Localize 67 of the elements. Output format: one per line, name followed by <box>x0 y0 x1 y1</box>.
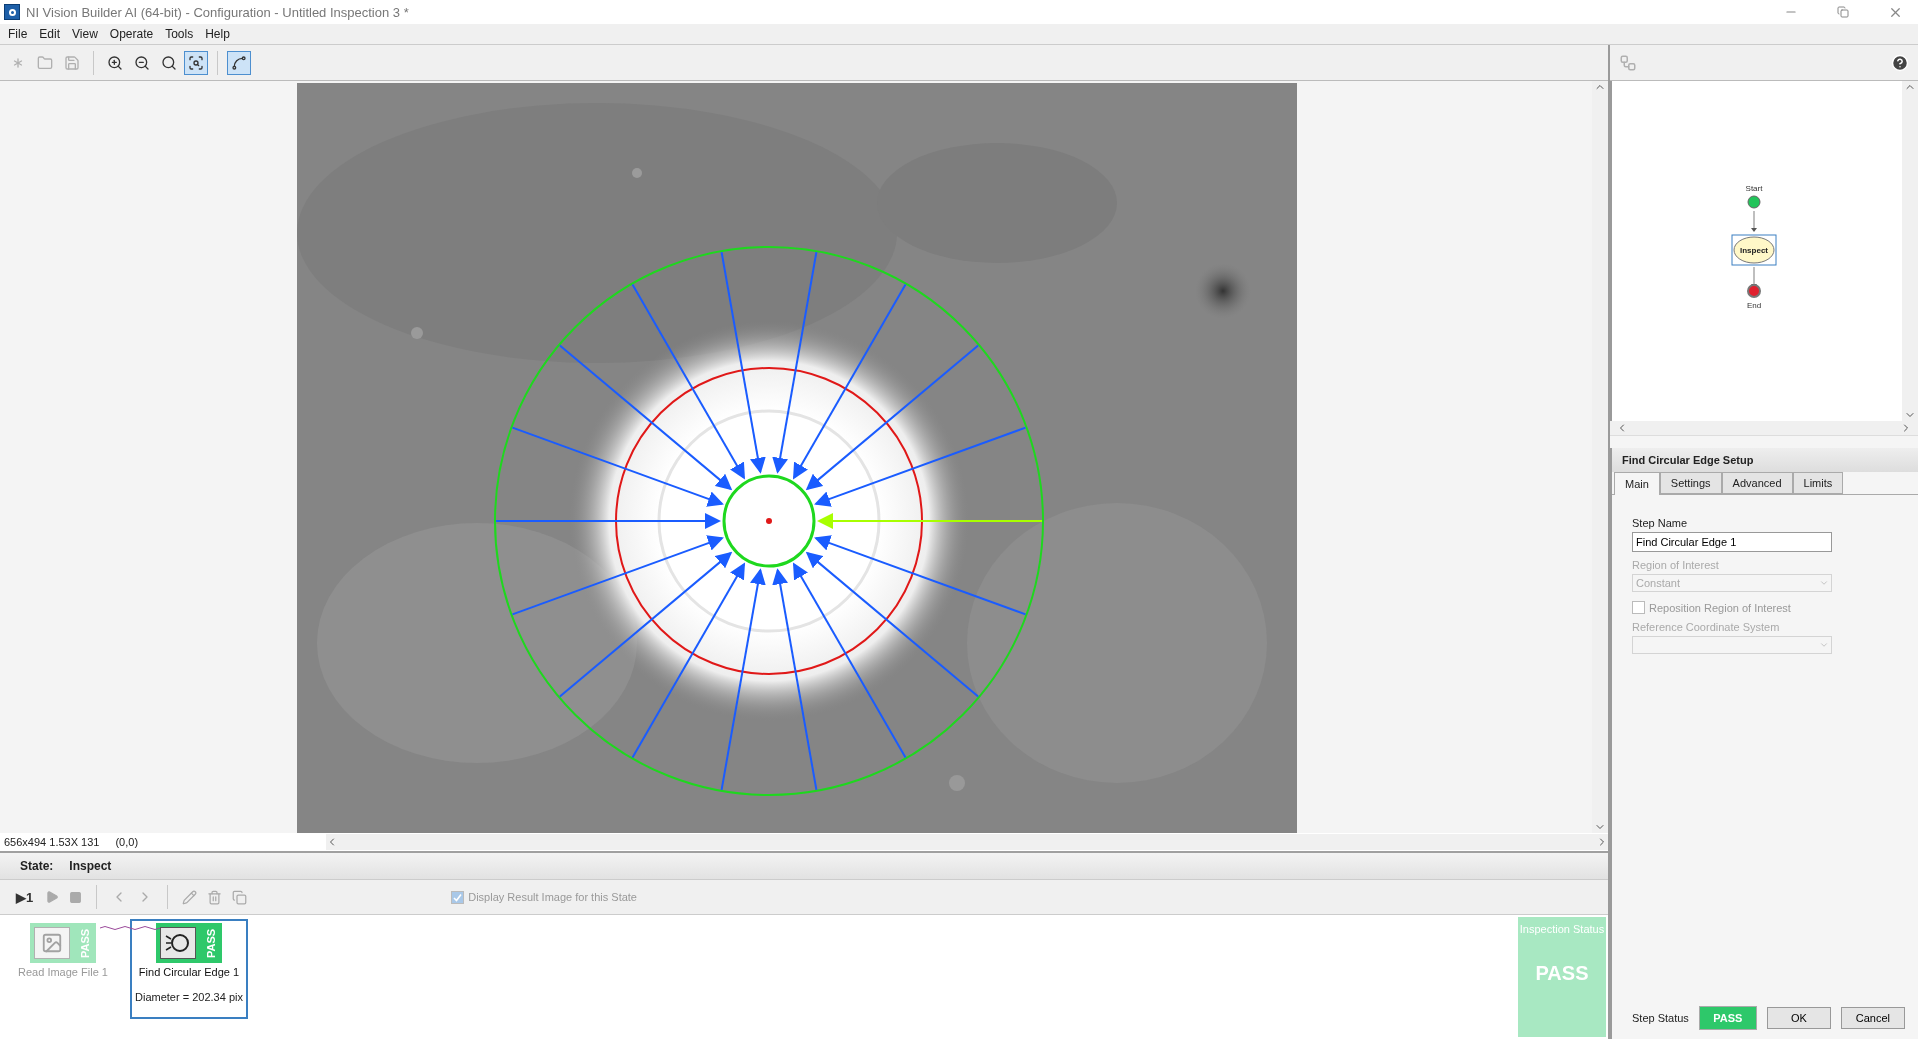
window-title: NI Vision Builder AI (64-bit) - Configuration - Untitled Inspection 3 * <box>26 4 410 20</box>
menu-item[interactable]: Help <box>199 27 236 41</box>
inspection-status-value: PASS <box>1535 962 1589 985</box>
menu-item[interactable]: Operate <box>103 27 160 41</box>
check-icon <box>453 892 463 902</box>
restore-icon <box>1837 6 1849 18</box>
zoom-fit-button[interactable] <box>184 50 208 75</box>
diagram-icon <box>1619 53 1637 72</box>
cancel-button[interactable]: Cancel <box>1840 1007 1905 1029</box>
copy-icon <box>232 889 248 905</box>
field-label: Reference Coordinate System <box>1632 621 1781 633</box>
step-name: Read Image File 1 <box>18 966 108 978</box>
node-label: Start <box>1745 184 1763 193</box>
app-icon <box>4 4 20 20</box>
step-status-badge: PASS <box>1698 1006 1757 1030</box>
horizontal-scrollbar[interactable] <box>1610 421 1918 436</box>
setup-title: Find Circular Edge Setup <box>1612 448 1918 472</box>
folder-icon <box>37 54 53 71</box>
checkbox-label: Display Result Image for this State <box>468 891 637 903</box>
image-file-icon <box>41 932 63 954</box>
tab[interactable]: Limits <box>1792 472 1844 494</box>
stop-icon <box>69 890 83 904</box>
pass-tag: PASS <box>200 923 222 963</box>
end-node[interactable] <box>1747 284 1761 298</box>
pass-tag: PASS <box>74 923 96 963</box>
menu-item[interactable]: File <box>2 27 34 41</box>
field-label: Step Name <box>1632 517 1689 529</box>
step-name-field[interactable]: Find Circular Edge 1 <box>1632 532 1832 552</box>
flow-connector <box>1751 210 1757 232</box>
circle-edge-icon <box>165 932 191 954</box>
roi-button[interactable] <box>227 50 251 75</box>
curve-icon <box>231 54 247 71</box>
floppy-icon <box>64 54 80 71</box>
magnifier-icon <box>161 54 177 71</box>
zoom-in-icon <box>107 54 123 71</box>
tab[interactable]: Advanced <box>1721 472 1793 494</box>
state-node[interactable]: Inspect <box>1731 234 1777 266</box>
tab[interactable]: Main <box>1614 472 1660 495</box>
step-result: Diameter = 202.34 pix <box>135 991 243 1003</box>
connector-line <box>100 925 160 931</box>
pencil-icon <box>182 889 198 905</box>
vertical-scrollbar[interactable] <box>1902 81 1918 421</box>
menu-item[interactable]: View <box>66 27 104 41</box>
zoom-out-icon <box>134 54 150 71</box>
menu-item[interactable]: Tools <box>159 27 200 41</box>
help-icon <box>1891 53 1909 72</box>
state-value: Inspect <box>69 859 112 873</box>
play-icon <box>45 890 60 904</box>
inspection-status-title: Inspection Status <box>1519 923 1605 936</box>
ok-button[interactable]: OK <box>1766 1007 1831 1029</box>
horizontal-scrollbar[interactable] <box>326 834 1608 850</box>
node-label: End <box>1746 301 1762 310</box>
step-tile[interactable]: PASS Find Circular Edge 1 Diameter = 202.34 pix <box>130 919 248 1019</box>
trash-icon <box>207 889 223 905</box>
step-status-label: Step Status <box>1632 1012 1689 1024</box>
cursor-position-text: (0,0) <box>114 836 139 848</box>
zoom-fit-icon <box>188 54 204 71</box>
start-node[interactable] <box>1747 195 1761 209</box>
state-label: State: <box>20 859 54 873</box>
field-label: Region of Interest <box>1632 559 1720 571</box>
checkbox-label: Reposition Region of Interest <box>1649 601 1791 614</box>
menu-item[interactable]: Edit <box>33 27 67 41</box>
image-size-text: 656x494 1.53X 131 <box>3 836 100 848</box>
step-name: Find Circular Edge 1 <box>138 966 240 978</box>
tab[interactable]: Settings <box>1659 472 1722 494</box>
display-result-checkbox[interactable] <box>451 890 465 904</box>
run-once-button[interactable]: ▶1 <box>12 889 38 905</box>
